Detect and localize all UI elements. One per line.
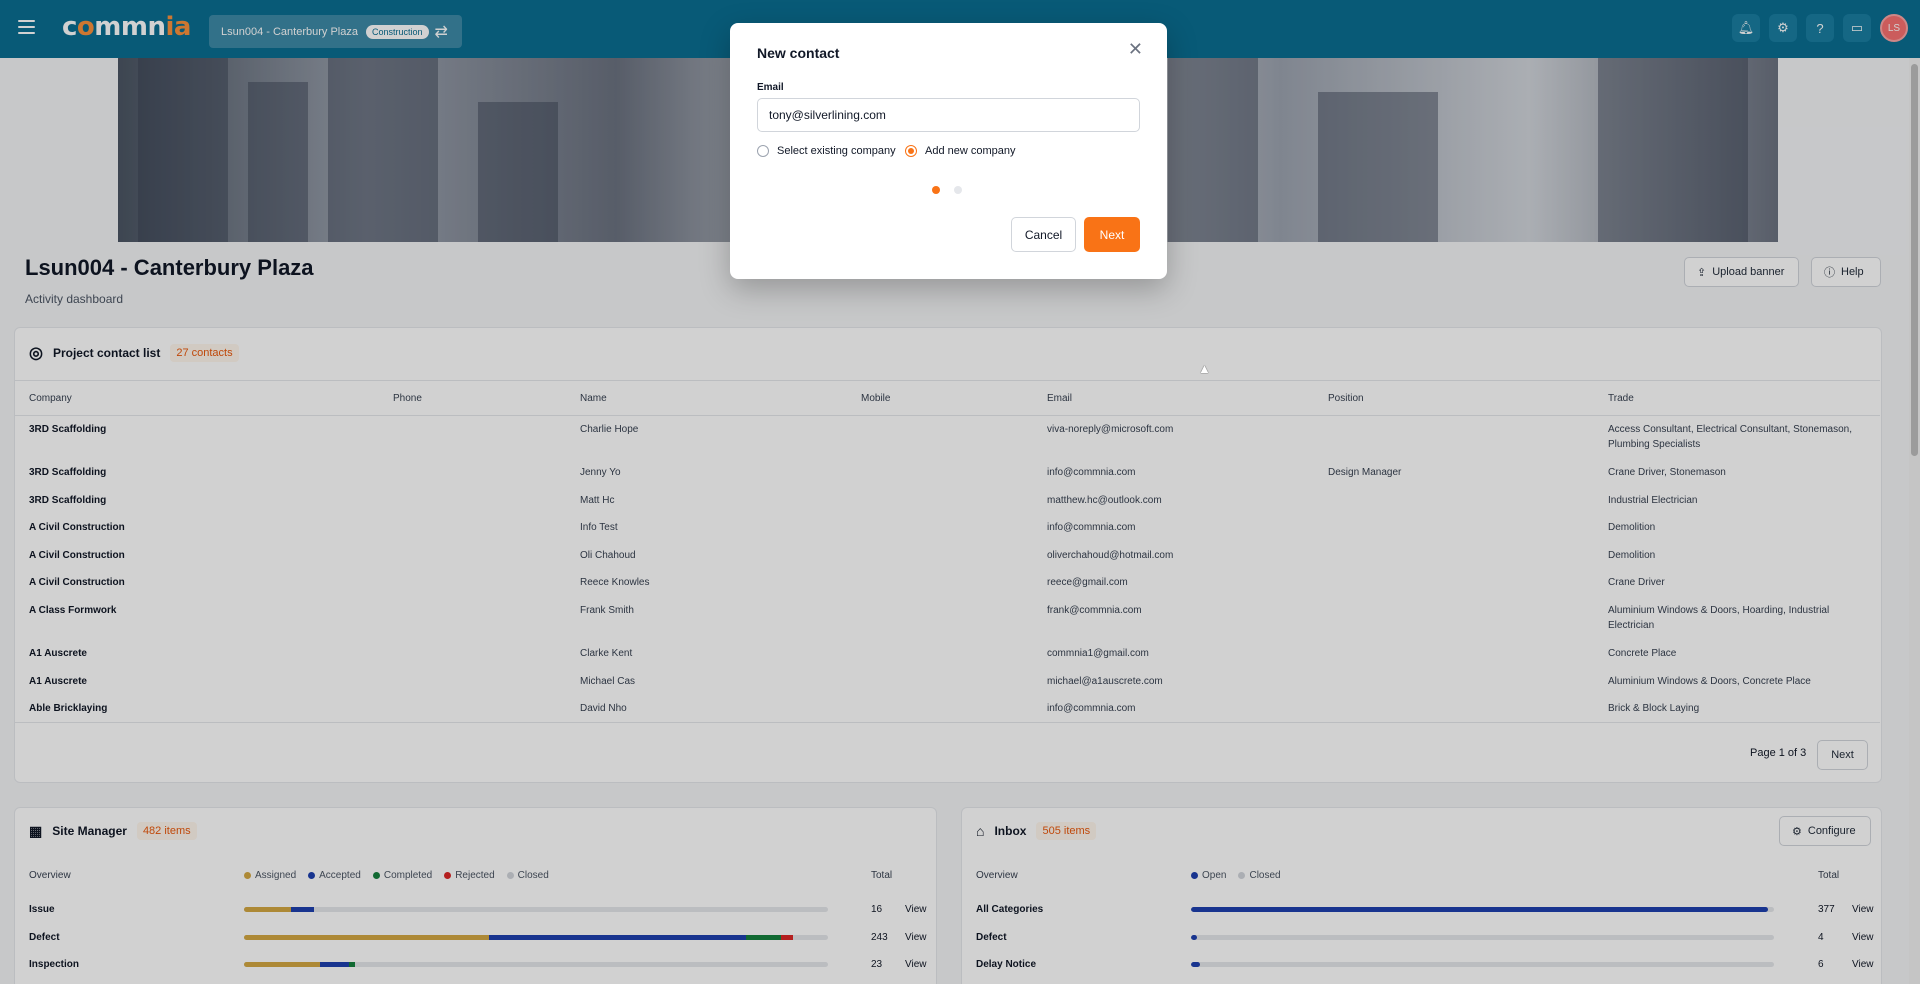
radio-selected-icon <box>905 145 917 157</box>
close-icon[interactable]: ✕ <box>1128 39 1143 60</box>
radio-unselected-icon <box>757 145 769 157</box>
email-field[interactable] <box>757 98 1140 132</box>
step-indicator-active <box>932 186 940 194</box>
email-label: Email <box>757 82 784 93</box>
select-existing-company-radio[interactable]: Select existing company <box>757 145 896 157</box>
add-new-company-radio[interactable]: Add new company <box>905 145 1016 157</box>
modal-title: New contact <box>757 45 840 61</box>
step-indicator-inactive <box>954 186 962 194</box>
cancel-button[interactable]: Cancel <box>1011 217 1076 252</box>
new-contact-modal: New contact ✕ Email Select existing comp… <box>730 23 1167 279</box>
next-button[interactable]: Next <box>1084 217 1140 252</box>
select-existing-company-label: Select existing company <box>777 145 896 157</box>
mouse-cursor: ▲ <box>1198 361 1211 376</box>
add-new-company-label: Add new company <box>925 145 1016 157</box>
